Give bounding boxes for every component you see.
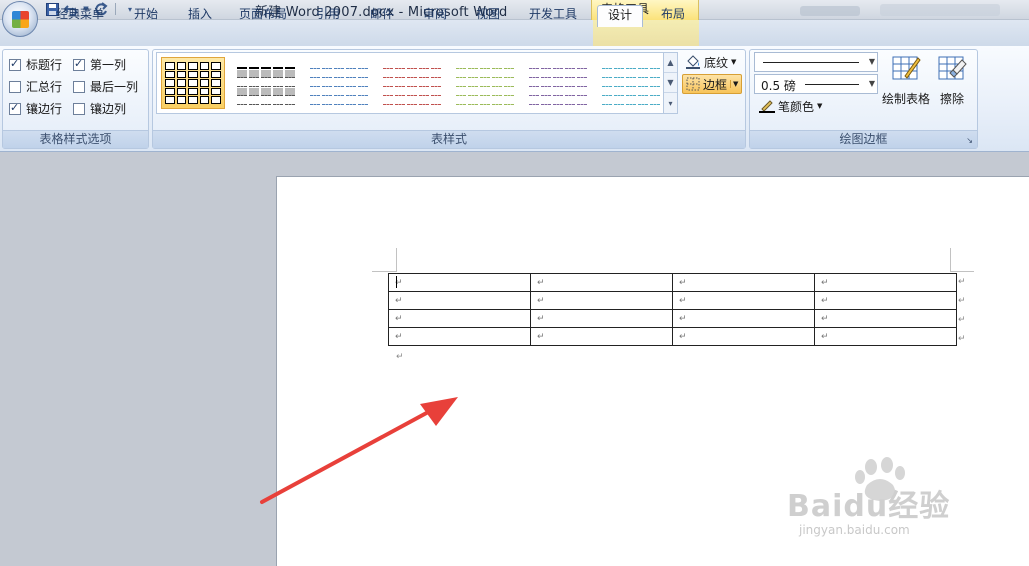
annotation-arrow-head [420, 397, 458, 426]
end-of-row-mark: ↵ [958, 296, 966, 306]
office-logo-icon [12, 11, 29, 28]
end-of-row-mark: ↵ [958, 334, 966, 344]
watermark-brand-label: Baidu经验 [787, 489, 951, 524]
end-of-row-mark: ↵ [958, 315, 966, 325]
baidu-watermark: Baidu经验 jingyan.baidu.com [785, 455, 975, 545]
annotation-arrow-shaft [260, 408, 434, 504]
watermark-site: jingyan.baidu.com [799, 523, 910, 537]
end-of-row-mark: ↵ [958, 277, 966, 287]
office-button[interactable] [2, 1, 38, 37]
